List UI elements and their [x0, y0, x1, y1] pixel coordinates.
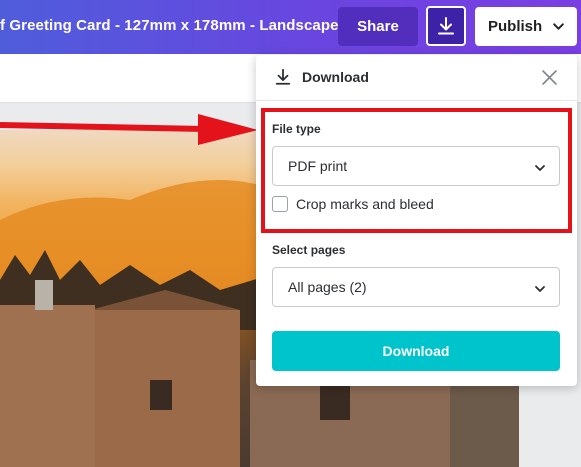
- share-button[interactable]: Share: [338, 7, 418, 46]
- close-icon[interactable]: [542, 70, 557, 85]
- publish-label: Publish: [488, 18, 543, 35]
- download-toolbar-button[interactable]: [426, 6, 466, 46]
- annotation-highlight-box: [261, 108, 572, 233]
- publish-button[interactable]: Publish: [475, 7, 577, 46]
- chevron-down-icon: [535, 286, 545, 292]
- top-bar: f Greeting Card - 127mm x 178mm - Landsc…: [0, 0, 581, 54]
- download-panel-header: Download: [256, 55, 577, 101]
- document-title[interactable]: f Greeting Card - 127mm x 178mm - Landsc…: [0, 17, 339, 37]
- panel-title: Download: [302, 69, 369, 85]
- chevron-down-icon: [553, 23, 564, 30]
- select-pages-select[interactable]: All pages (2): [272, 267, 560, 307]
- annotation-arrow: [0, 114, 258, 145]
- download-icon: [438, 17, 454, 35]
- download-button[interactable]: Download: [272, 331, 560, 371]
- download-icon: [275, 68, 291, 85]
- select-pages-label: Select pages: [272, 243, 346, 257]
- select-pages-value: All pages (2): [288, 279, 367, 295]
